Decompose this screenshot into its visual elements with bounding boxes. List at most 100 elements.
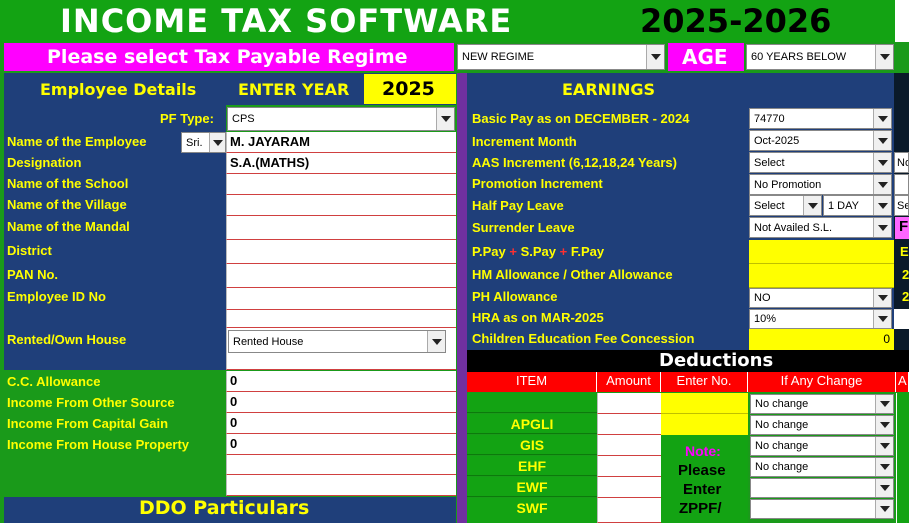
chevron-down-icon[interactable]: [803, 196, 821, 215]
ddo-title: DDO Particulars: [139, 497, 310, 519]
pf-type-select[interactable]: CPS: [227, 107, 455, 131]
plus-sign-1: +: [509, 244, 517, 259]
hra-select[interactable]: 10%: [749, 309, 892, 329]
change-select-3[interactable]: No change: [750, 457, 894, 477]
children-fee-input[interactable]: 0: [749, 329, 894, 350]
chevron-down-icon[interactable]: [873, 310, 891, 328]
aas-select[interactable]: Select: [749, 152, 892, 173]
regime-select[interactable]: NEW REGIME: [457, 44, 665, 70]
year-range: 2025-2026: [640, 2, 832, 40]
basic-pay-label: Basic Pay as on DECEMBER - 2024: [472, 111, 690, 126]
chevron-down-icon[interactable]: [875, 437, 893, 455]
pan-input[interactable]: [226, 264, 456, 288]
increment-month-label: Increment Month: [472, 134, 577, 149]
s-pay-label: S.Pay: [520, 244, 557, 259]
employee-id-input[interactable]: [226, 288, 456, 310]
chevron-down-icon[interactable]: [873, 218, 891, 237]
employee-name-input[interactable]: M. JAYARAM: [226, 132, 456, 153]
chevron-down-icon[interactable]: [875, 45, 893, 69]
designation-input[interactable]: S.A.(MATHS): [226, 153, 456, 174]
district-input[interactable]: [226, 240, 456, 264]
school-input[interactable]: [226, 174, 456, 195]
salutation-value: Sri.: [186, 136, 203, 149]
district-label: District: [7, 243, 52, 258]
deduction-amount-ewf[interactable]: [597, 477, 661, 498]
deduction-amount-gis[interactable]: [597, 435, 661, 456]
year-input[interactable]: 2025: [364, 74, 456, 104]
half-pay-days-select[interactable]: 1 DAY: [823, 195, 892, 216]
aas-extra-select[interactable]: No: [894, 152, 909, 173]
chevron-down-icon[interactable]: [875, 500, 893, 518]
other-source-input[interactable]: 0: [226, 392, 456, 413]
cc-allowance-input[interactable]: 0: [226, 371, 456, 392]
capital-gain-label: Income From Capital Gain: [7, 416, 169, 431]
change-select-0[interactable]: No change: [750, 394, 894, 414]
ph-allowance-select[interactable]: NO: [749, 288, 892, 308]
deduction-item-gis: GIS: [467, 435, 597, 455]
change-select-4[interactable]: [750, 478, 894, 498]
chevron-down-icon[interactable]: [873, 131, 891, 150]
change-select-5[interactable]: [750, 499, 894, 519]
deduction-enter-0[interactable]: [661, 393, 748, 414]
pay-components-input[interactable]: [749, 240, 894, 264]
increment-month-value: Oct-2025: [754, 134, 800, 147]
chevron-down-icon[interactable]: [875, 395, 893, 413]
chevron-down-icon[interactable]: [209, 133, 225, 152]
deduction-amount-apgli[interactable]: [597, 414, 661, 435]
chevron-down-icon[interactable]: [873, 175, 891, 194]
house-property-input[interactable]: 0: [226, 434, 456, 455]
basic-pay-select[interactable]: 74770: [749, 108, 892, 129]
chevron-down-icon[interactable]: [875, 416, 893, 434]
hm-allowance-input[interactable]: [749, 264, 894, 288]
hra-extra-cell: [894, 309, 909, 329]
promotion-label: Promotion Increment: [472, 176, 603, 191]
chevron-down-icon[interactable]: [436, 108, 454, 130]
deduction-amount-swf[interactable]: [597, 498, 661, 523]
other-income-extra-1[interactable]: [226, 455, 456, 475]
chevron-down-icon[interactable]: [873, 196, 891, 215]
house-select[interactable]: Rented House: [228, 330, 446, 353]
cc-allowance-label: C.C. Allowance: [7, 374, 101, 389]
chevron-down-icon[interactable]: [873, 109, 891, 128]
ph-allowance-label: PH Allowance: [472, 289, 558, 304]
chevron-down-icon[interactable]: [875, 479, 893, 497]
house-select-value: Rented House: [233, 335, 304, 348]
half-pay-label: Half Pay Leave: [472, 198, 564, 213]
chevron-down-icon[interactable]: [646, 45, 664, 69]
increment-month-select[interactable]: Oct-2025: [749, 130, 892, 151]
change-select-2[interactable]: No change: [750, 436, 894, 456]
school-label: Name of the School: [7, 176, 129, 191]
employee-details-title: Employee Details: [40, 80, 197, 99]
deduction-amount-0[interactable]: [597, 393, 661, 414]
col-header-amount: Amount: [597, 372, 661, 392]
chevron-down-icon[interactable]: [873, 153, 891, 172]
chevron-down-icon[interactable]: [875, 458, 893, 476]
mandal-input[interactable]: [226, 216, 456, 240]
deduction-enter-apgli[interactable]: [661, 414, 748, 435]
half-pay-days-value: 1 DAY: [828, 199, 859, 212]
village-input[interactable]: [226, 195, 456, 216]
half-pay-select[interactable]: Select: [749, 195, 822, 216]
chevron-down-icon[interactable]: [873, 289, 891, 307]
hra-value: 10%: [754, 313, 777, 325]
other-source-label: Income From Other Source: [7, 395, 175, 410]
right-e-label: E: [900, 244, 909, 259]
deduction-amount-ehf[interactable]: [597, 456, 661, 477]
other-income-extra-2[interactable]: [226, 475, 456, 496]
capital-gain-input[interactable]: 0: [226, 413, 456, 434]
regime-label-text: Please select Tax Payable Regime: [47, 46, 408, 68]
salutation-select[interactable]: Sri.: [181, 132, 226, 153]
half-pay-extra-select[interactable]: Se: [894, 195, 909, 216]
surrender-label: Surrender Leave: [472, 220, 575, 235]
age-select[interactable]: 60 YEARS BELOW: [746, 44, 894, 70]
surrender-select[interactable]: Not Availed S.L.: [749, 217, 892, 238]
age-label-text: AGE: [682, 45, 728, 69]
change-select-1[interactable]: No change: [750, 415, 894, 435]
aas-value: Select: [754, 156, 785, 169]
app-title: INCOME TAX SOFTWARE: [60, 2, 513, 40]
chevron-down-icon[interactable]: [427, 331, 445, 352]
right-pink-cell: F: [895, 217, 909, 239]
promotion-select[interactable]: No Promotion: [749, 174, 892, 195]
employee-extra-input[interactable]: [226, 310, 456, 328]
right-2a-label: 2: [902, 267, 909, 282]
